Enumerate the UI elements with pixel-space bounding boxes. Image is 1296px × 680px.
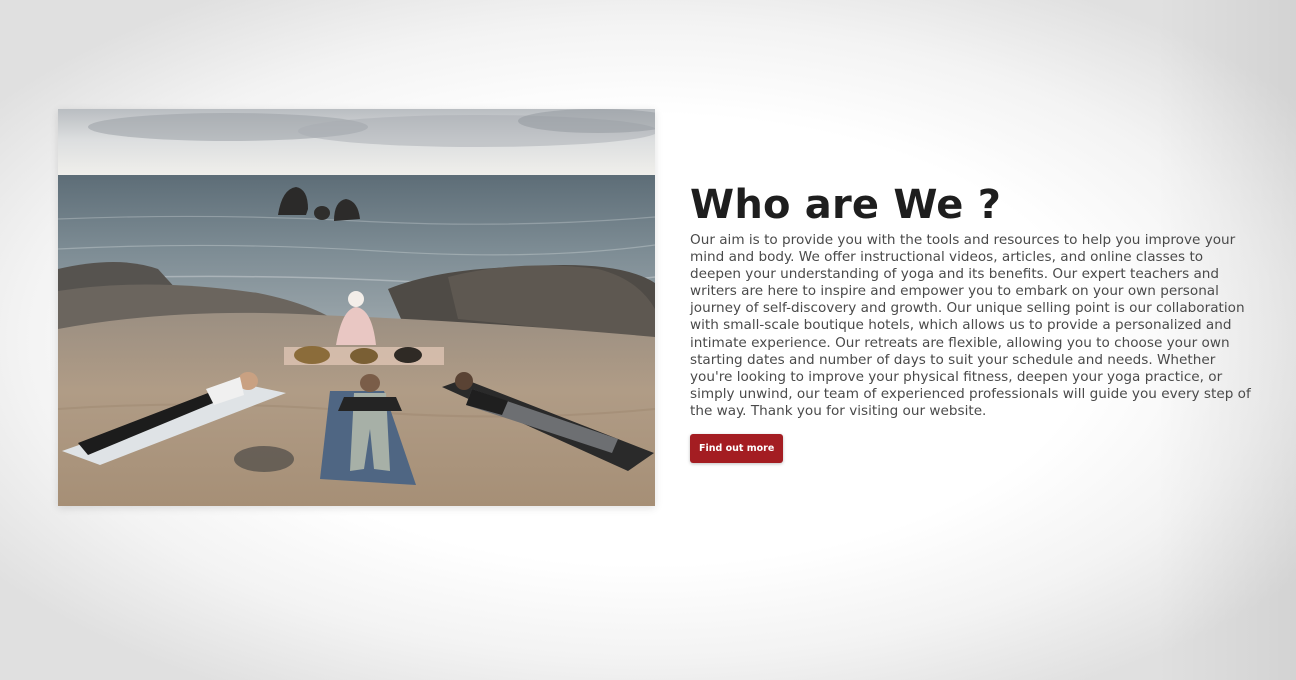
- section-heading: Who are We ?: [690, 182, 1002, 228]
- about-section: Who are We ? Our aim is to provide you w…: [690, 180, 1256, 464]
- find-out-more-button[interactable]: Find out more: [690, 434, 784, 464]
- yoga-retreat-photo: [58, 109, 655, 506]
- section-description: Our aim is to provide you with the tools…: [690, 232, 1251, 419]
